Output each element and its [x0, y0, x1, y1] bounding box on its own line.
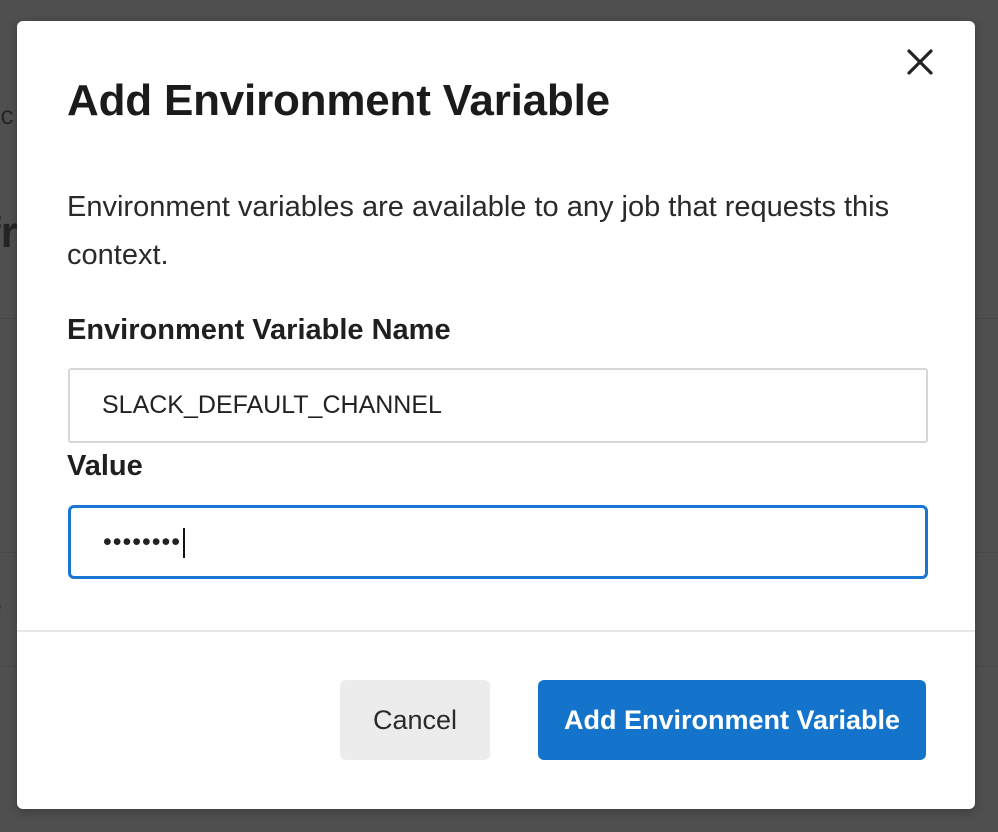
footer-divider — [17, 630, 975, 632]
variable-name-input[interactable]: SLACK_DEFAULT_CHANNEL — [68, 368, 928, 443]
close-button[interactable] — [903, 45, 937, 79]
variable-value-label: Value — [67, 450, 143, 482]
cancel-button[interactable]: Cancel — [340, 680, 490, 760]
add-env-variable-button[interactable]: Add Environment Variable — [538, 680, 926, 760]
close-icon — [907, 49, 933, 75]
variable-value-input[interactable]: •••••••• — [68, 505, 928, 579]
variable-name-value: SLACK_DEFAULT_CHANNEL — [102, 391, 442, 419]
variable-value-masked: •••••••• — [103, 528, 182, 556]
dialog-title: Add Environment Variable — [67, 76, 610, 125]
dialog-description: Environment variables are available to a… — [67, 191, 890, 271]
variable-name-label: Environment Variable Name — [67, 314, 451, 346]
text-caret — [183, 528, 186, 559]
add-env-variable-dialog: Add Environment Variable Environment var… — [17, 21, 975, 809]
